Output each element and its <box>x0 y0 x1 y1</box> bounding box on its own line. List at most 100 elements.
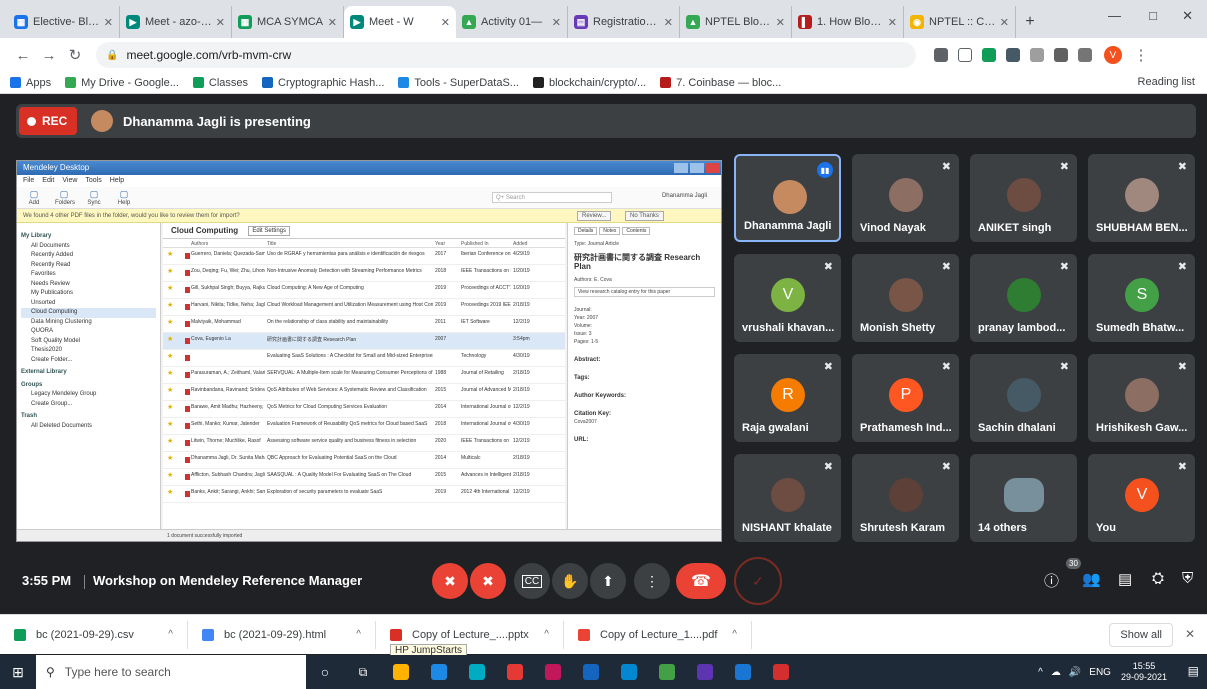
bookmark-item[interactable]: blockchain/crypto/... <box>532 77 646 89</box>
participant-tile[interactable]: V You ✖ <box>1088 454 1195 542</box>
host-controls-icon[interactable]: ⛨ <box>1182 570 1193 587</box>
close-window-button[interactable]: ✕ <box>1182 8 1193 24</box>
mic-off-button[interactable]: ✖ <box>432 563 468 599</box>
language-indicator[interactable]: ENG <box>1089 667 1111 678</box>
download-item[interactable]: Copy of Lecture_1....pdf ^ <box>564 620 752 649</box>
bookmark-item[interactable]: Cryptographic Hash... <box>262 77 384 89</box>
chevron-up-icon[interactable]: ^ <box>168 629 173 640</box>
participant-tile[interactable]: Hrishikesh Gaw... ✖ <box>1088 354 1195 442</box>
queue-icon[interactable] <box>1078 48 1092 62</box>
url-field[interactable]: 🔒 meet.google.com/vrb-mvm-crw <box>96 42 916 68</box>
camera-icon[interactable] <box>934 48 948 62</box>
taskbar-app-icon[interactable] <box>420 655 458 689</box>
forward-icon[interactable]: → <box>36 47 62 64</box>
taskbar-app-icon[interactable] <box>724 655 762 689</box>
participant-tile[interactable]: SHUBHAM BEN... ✖ <box>1088 154 1195 242</box>
people-icon[interactable]: 👥 <box>1082 570 1101 588</box>
browser-tab[interactable]: ▶ Meet - W ✕ <box>344 6 456 38</box>
browser-tab[interactable]: ▦ Elective- Block ✕ <box>8 6 120 38</box>
raise-hand-button[interactable]: ✋ <box>552 563 588 599</box>
participant-tile[interactable]: Sachin dhalani ✖ <box>970 354 1077 442</box>
chevron-up-icon[interactable]: ^ <box>544 629 549 640</box>
taskbar-app-icon[interactable] <box>496 655 534 689</box>
notification-icon[interactable]: ▤ <box>1188 664 1199 678</box>
back-icon[interactable]: ← <box>10 47 36 64</box>
participant-tile[interactable]: ANIKET singh ✖ <box>970 154 1077 242</box>
reading-list-button[interactable]: Reading list <box>1138 76 1195 88</box>
maximize-button[interactable]: □ <box>1149 8 1157 23</box>
participant-tile[interactable]: R Raja gwalani ✖ <box>734 354 841 442</box>
browser-tab[interactable]: ▤ Registration F ✕ <box>568 6 680 38</box>
participant-tile[interactable]: pranay lambod... ✖ <box>970 254 1077 342</box>
taskbar-app-icon[interactable] <box>648 655 686 689</box>
puzzle-icon[interactable] <box>1054 48 1068 62</box>
profile-avatar[interactable]: V <box>1104 46 1122 64</box>
taskbar-app-icon[interactable] <box>572 655 610 689</box>
tab-close-icon[interactable]: ✕ <box>888 16 897 29</box>
meeting-details-icon[interactable]: ⓘ <box>1044 570 1059 591</box>
tray-chevron-icon[interactable]: ^ <box>1038 667 1043 678</box>
gear-extension-icon[interactable] <box>1030 48 1044 62</box>
chevron-up-icon[interactable]: ^ <box>356 629 361 640</box>
tab-close-icon[interactable]: ✕ <box>441 16 450 29</box>
more-options-button[interactable]: ⋮ <box>634 563 670 599</box>
camera-off-button[interactable]: ✖ <box>470 563 506 599</box>
leave-call-button[interactable]: ☎ <box>676 563 726 599</box>
taskbar-app-icon[interactable] <box>762 655 800 689</box>
bookmark-item[interactable]: Apps <box>10 77 51 89</box>
tab-close-icon[interactable]: ✕ <box>776 16 785 29</box>
browser-tab[interactable]: ▌ 1. How Blockc ✕ <box>792 6 904 38</box>
bookmark-item[interactable]: Classes <box>192 77 248 89</box>
bookmark-item[interactable]: My Drive - Google... <box>65 77 179 89</box>
taskbar-search[interactable]: ⚲ Type here to search <box>36 655 306 689</box>
participant-tile[interactable]: Vvrushali khavan... ✖ <box>734 254 841 342</box>
taskbar-app-icon[interactable] <box>534 655 572 689</box>
browser-tab[interactable]: ▲ NPTEL Blockc ✕ <box>680 6 792 38</box>
participant-tile[interactable]: Vinod Nayak ✖ <box>852 154 959 242</box>
browser-tab[interactable]: ▦ MCA SYMCA ✕ <box>232 6 344 38</box>
taskbar-app-icon[interactable] <box>458 655 496 689</box>
bookmark-item[interactable]: Tools - SuperDataS... <box>398 77 519 89</box>
task-view-icon[interactable]: ⧉ <box>344 655 382 689</box>
participant-tile[interactable]: Monish Shetty ✖ <box>852 254 959 342</box>
tab-close-icon[interactable]: ✕ <box>328 16 337 29</box>
activities-icon[interactable]: ⛭ <box>1152 570 1164 587</box>
taskbar-app-icon[interactable] <box>610 655 648 689</box>
cortana-icon[interactable]: ○ <box>306 655 344 689</box>
checkmark-extension-icon[interactable] <box>982 48 996 62</box>
download-item[interactable]: bc (2021-09-29).html ^ <box>188 620 376 649</box>
network-icon[interactable]: ☁ <box>1051 667 1061 678</box>
taskbar-app-icon[interactable] <box>686 655 724 689</box>
participant-tile[interactable]: 14 others <box>970 454 1077 542</box>
present-now-button[interactable]: ⬆ <box>590 563 626 599</box>
extension-icon[interactable] <box>1006 48 1020 62</box>
tab-close-icon[interactable]: ✕ <box>216 16 225 29</box>
browser-tab[interactable]: ▶ Meet - azo-xyi ✕ <box>120 6 232 38</box>
participant-tile[interactable]: S Sumedh Bhatw... ✖ <box>1088 254 1195 342</box>
tab-close-icon[interactable]: ✕ <box>552 16 561 29</box>
tab-close-icon[interactable]: ✕ <box>104 16 113 29</box>
participant-tile[interactable]: NISHANT khalate ✖ <box>734 454 841 542</box>
reload-icon[interactable]: ↻ <box>62 46 88 64</box>
star-icon[interactable] <box>958 48 972 62</box>
volume-icon[interactable]: 🔊 <box>1069 667 1081 678</box>
captions-button[interactable]: CC <box>514 563 550 599</box>
start-button[interactable]: ⊞ <box>0 655 36 689</box>
taskbar-clock[interactable]: 15:55 29-09-2021 <box>1121 661 1167 683</box>
new-tab-button[interactable]: + <box>1016 6 1044 38</box>
participant-tile[interactable]: Dhanamma Jagli ▮▮ <box>734 154 841 242</box>
tab-close-icon[interactable]: ✕ <box>664 16 673 29</box>
menu-kebab-icon[interactable]: ⋮ <box>1128 46 1154 64</box>
chevron-up-icon[interactable]: ^ <box>732 629 737 640</box>
show-all-button[interactable]: Show all <box>1109 623 1173 647</box>
close-shelf-icon[interactable]: ✕ <box>1185 627 1195 641</box>
participant-tile[interactable]: Shrutesh Karam ✖ <box>852 454 959 542</box>
participant-tile[interactable]: P Prathamesh Ind... ✖ <box>852 354 959 442</box>
tab-close-icon[interactable]: ✕ <box>1000 16 1009 29</box>
taskbar-app-icon[interactable] <box>382 655 420 689</box>
download-item[interactable]: bc (2021-09-29).csv ^ <box>0 620 188 649</box>
minimize-button[interactable]: — <box>1108 8 1121 23</box>
chat-icon[interactable]: ▤ <box>1118 570 1132 588</box>
browser-tab[interactable]: ◉ NPTEL :: Comp ✕ <box>904 6 1016 38</box>
browser-tab[interactable]: ▲ Activity 01— ✕ <box>456 6 568 38</box>
